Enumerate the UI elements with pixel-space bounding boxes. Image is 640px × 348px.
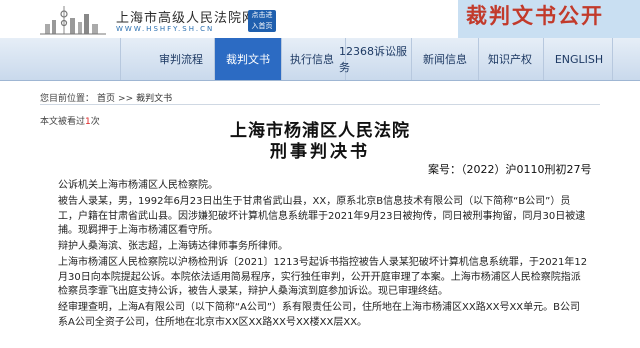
nav-item-news[interactable]: 新闻信息 [412, 38, 479, 80]
nav-item-execution[interactable]: 执行信息 [279, 38, 346, 80]
main-nav: 审判流程 裁判文书 执行信息 12368诉讼服务 新闻信息 知识产权 ENGLI… [0, 38, 640, 81]
breadcrumb-current[interactable]: 裁判文书 [136, 94, 172, 104]
paragraph-defense-counsel: 辩护人桑海滨、张志超，上海铸达律师事务所律师。 [58, 241, 288, 253]
case-number: 案号：（2022）沪0110刑初27号 [428, 163, 592, 176]
nav-divider [120, 38, 121, 80]
judgment-body: 公诉机关上海市杨浦区人民检察院。 被告人录某，男，1992年6月23日出生于甘肃… [58, 179, 588, 332]
breadcrumb: 您目前位置： 首页 >> 裁判文书 [40, 91, 175, 104]
shanghai-skyline-icon [40, 4, 110, 36]
document-type: 刑事判决书 [270, 142, 370, 162]
breadcrumb-divider [40, 104, 600, 105]
paragraph-prosecutor: 公诉机关上海市杨浦区人民检察院。 [58, 180, 218, 191]
site-domain: WWW.HSHFY.SH.CN [116, 25, 215, 33]
nav-item-trial-process[interactable]: 审判流程 [148, 38, 215, 80]
paragraph-defendant: 被告人录某，男，1992年6月23日出生于甘肃省武山县，XX，原系北京B信息技术… [58, 196, 586, 236]
judgment-banner: 裁判文书公开 [458, 0, 640, 38]
nav-item-litigation-service[interactable]: 12368诉讼服务 [339, 38, 412, 80]
home-badge-line1: 点击进 [251, 11, 273, 19]
breadcrumb-prefix: 您目前位置： [40, 94, 95, 104]
site-header: 上海市高级人民法院网 WWW.HSHFY.SH.CN 点击进 入首页 裁判文书公… [0, 0, 640, 38]
home-badge-line2: 入首页 [251, 22, 273, 30]
nav-item-english[interactable]: ENGLISH [546, 38, 613, 80]
site-logo[interactable]: 上海市高级人民法院网 WWW.HSHFY.SH.CN [40, 4, 340, 36]
banner-title: 裁判文书公开 [466, 4, 604, 28]
paragraph-findings: 经审理查明，上海A有限公司（以下简称“A公司”）系有限责任公司，住所地在上海市杨… [58, 302, 581, 328]
breadcrumb-home-link[interactable]: 首页 [97, 94, 115, 104]
nav-item-ip[interactable]: 知识产权 [477, 38, 544, 80]
home-button[interactable]: 点击进 入首页 [248, 10, 276, 32]
paragraph-procedure: 上海市杨浦区人民检察院以沪杨检刑诉〔2021〕1213号起诉书指控被告人录某犯破… [58, 257, 588, 298]
breadcrumb-separator: >> [118, 94, 134, 104]
nav-item-judgments[interactable]: 裁判文书 [215, 38, 282, 80]
site-name: 上海市高级人民法院网 [116, 11, 257, 26]
